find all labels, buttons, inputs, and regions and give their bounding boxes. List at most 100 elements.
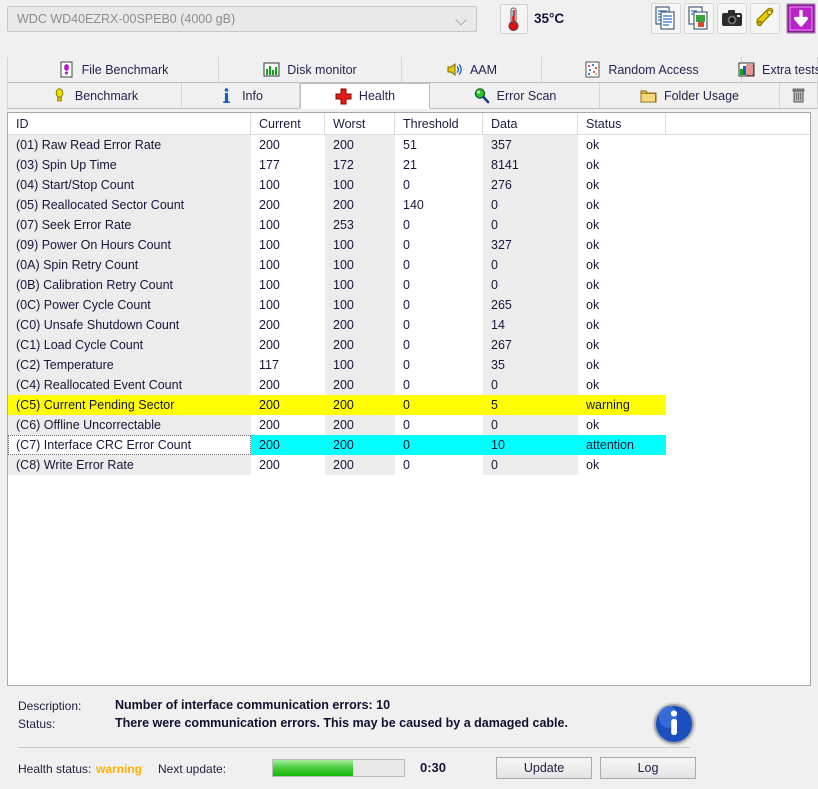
cell-status: ok: [586, 198, 600, 212]
cell-id: (C5) Current Pending Sector: [8, 395, 251, 415]
thermometer-icon: [500, 4, 528, 34]
cell-data: 0: [483, 195, 578, 215]
tab-row-primary: File Benchmark Disk monitor AAM Random Acce…: [0, 57, 818, 83]
table-row[interactable]: (07) Seek Error Rate 100 253 0 0 ok: [8, 215, 810, 235]
tab-label: Health: [358, 89, 396, 103]
cell-threshold: 51: [403, 138, 417, 152]
extra-tests-icon: [738, 61, 755, 78]
column-header-current[interactable]: Current: [251, 113, 325, 135]
table-row[interactable]: (0C) Power Cycle Count 100 100 0 265 ok: [8, 295, 810, 315]
cell-worst: 200: [325, 455, 395, 475]
column-header-threshold[interactable]: Threshold: [395, 113, 483, 135]
cell-status: ok: [586, 338, 600, 352]
cell-worst: 100: [325, 175, 395, 195]
column-header-worst[interactable]: Worst: [325, 113, 395, 135]
tab-folder-usage[interactable]: Folder Usage: [600, 83, 780, 109]
tab-disk-monitor[interactable]: Disk monitor: [219, 57, 402, 83]
tab-label: AAM: [469, 62, 498, 77]
copy-image-icon[interactable]: [684, 3, 714, 34]
tab-label: Error Scan: [496, 88, 557, 103]
tab-file-benchmark[interactable]: File Benchmark: [7, 57, 219, 83]
cell-threshold: 0: [403, 218, 410, 232]
cell-worst: 200: [325, 335, 395, 355]
cell-current: 200: [259, 198, 280, 212]
table-row[interactable]: (C5) Current Pending Sector 200 200 0 5 warni…: [8, 395, 810, 415]
table-row[interactable]: (C2) Temperature 117 100 0 35 ok: [8, 355, 810, 375]
table-row[interactable]: (C6) Offline Uncorrectable 200 200 0 0 ok: [8, 415, 810, 435]
cell-threshold: 21: [403, 158, 417, 172]
cell-data: 14: [483, 315, 578, 335]
info-circle-icon: [650, 700, 698, 748]
random-access-icon: [584, 61, 601, 78]
cell-worst: 100: [325, 355, 395, 375]
cell-current: 200: [259, 458, 280, 472]
cell-status: ok: [586, 238, 600, 252]
cell-id: (C1) Load Cycle Count: [8, 335, 251, 355]
cell-threshold: 0: [403, 458, 410, 472]
cell-worst: 200: [325, 375, 395, 395]
tab-extra-tests[interactable]: Extra tests: [738, 57, 818, 83]
bulb-icon: [51, 87, 68, 104]
drive-select[interactable]: WDC WD40EZRX-00SPEB0 (4000 gB): [7, 6, 477, 32]
cell-id: (C8) Write Error Rate: [8, 455, 251, 475]
table-row[interactable]: (0B) Calibration Retry Count 100 100 0 0 ok: [8, 275, 810, 295]
cell-data: 0: [483, 275, 578, 295]
progressbar-fill: [273, 760, 353, 776]
update-button[interactable]: Update: [496, 757, 592, 779]
table-row[interactable]: (C4) Reallocated Event Count 200 200 0 0 ok: [8, 375, 810, 395]
table-row[interactable]: (05) Reallocated Sector Count 200 200 140 0 o…: [8, 195, 810, 215]
table-row[interactable]: (01) Raw Read Error Rate 200 200 51 357 ok: [8, 135, 810, 155]
next-update-progressbar: [272, 759, 405, 777]
footer-status-bar: Health status: warning Next update: 0:30…: [0, 756, 818, 786]
cell-status: ok: [586, 218, 600, 232]
table-row[interactable]: (C7) Interface CRC Error Count 200 200 0 10 a…: [8, 435, 810, 455]
tab-health[interactable]: Health: [300, 83, 430, 109]
cell-worst: 172: [325, 155, 395, 175]
tab-random-access[interactable]: Random Access: [542, 57, 742, 83]
wrench-icon[interactable]: [750, 3, 780, 34]
tab-label: Folder Usage: [663, 88, 740, 103]
cell-status: ok: [586, 378, 600, 392]
down-arrow-icon[interactable]: [786, 3, 816, 34]
cell-status: ok: [586, 178, 600, 192]
disk-monitor-icon: [263, 61, 280, 78]
cell-worst: 200: [325, 315, 395, 335]
column-header-data[interactable]: Data: [483, 113, 578, 135]
column-header-id[interactable]: ID: [8, 113, 251, 135]
cell-worst: 100: [325, 235, 395, 255]
column-header-status[interactable]: Status: [578, 113, 666, 135]
tab-error-scan[interactable]: Error Scan: [430, 83, 600, 109]
camera-icon[interactable]: [717, 3, 747, 34]
table-row[interactable]: (04) Start/Stop Count 100 100 0 276 ok: [8, 175, 810, 195]
table-row[interactable]: (0A) Spin Retry Count 100 100 0 0 ok: [8, 255, 810, 275]
description-label: Description:: [18, 699, 82, 713]
tab-trash[interactable]: [780, 83, 818, 109]
cell-data: 0: [483, 415, 578, 435]
tab-aam[interactable]: AAM: [402, 57, 542, 83]
table-row[interactable]: (C1) Load Cycle Count 200 200 0 267 ok: [8, 335, 810, 355]
cell-threshold: 0: [403, 418, 410, 432]
drive-select-value: WDC WD40EZRX-00SPEB0 (4000 gB): [17, 12, 236, 26]
log-button[interactable]: Log: [600, 757, 696, 779]
cell-id: (09) Power On Hours Count: [8, 235, 251, 255]
cell-threshold: 0: [403, 378, 410, 392]
smart-attributes-table[interactable]: ID Current Worst Threshold Data Status (01) R…: [7, 112, 811, 686]
cell-current: 200: [259, 318, 280, 332]
table-row[interactable]: (09) Power On Hours Count 100 100 0 327 ok: [8, 235, 810, 255]
cell-worst: 200: [325, 435, 395, 455]
tab-info[interactable]: Info: [182, 83, 300, 109]
tab-label: Random Access: [608, 62, 699, 77]
cell-threshold: 140: [403, 198, 424, 212]
table-row[interactable]: (C0) Unsafe Shutdown Count 200 200 0 14 ok: [8, 315, 810, 335]
table-row[interactable]: (C8) Write Error Rate 200 200 0 0 ok: [8, 455, 810, 475]
cell-status: ok: [586, 278, 600, 292]
cell-id: (C2) Temperature: [8, 355, 251, 375]
tab-benchmark[interactable]: Benchmark: [7, 83, 182, 109]
copy-document-icon[interactable]: [651, 3, 681, 34]
magnifier-icon: [473, 87, 490, 104]
next-update-label: Next update:: [158, 762, 227, 776]
tab-row-secondary: Benchmark Info Health Error Scan Folder Usag…: [0, 83, 818, 109]
cell-id: (C0) Unsafe Shutdown Count: [8, 315, 251, 335]
table-row[interactable]: (03) Spin Up Time 177 172 21 8141 ok: [8, 155, 810, 175]
update-button-label: Update: [523, 761, 565, 775]
